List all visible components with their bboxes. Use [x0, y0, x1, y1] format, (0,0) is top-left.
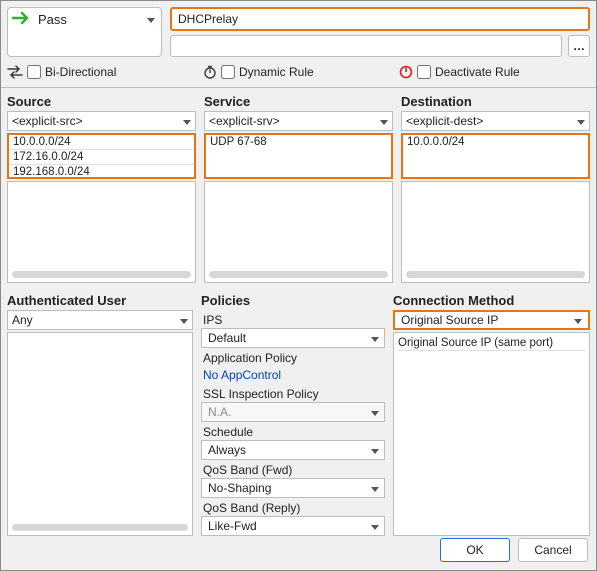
cancel-button[interactable]: Cancel: [518, 538, 588, 562]
auth-user-list[interactable]: [7, 332, 193, 536]
app-policy-label: Application Policy: [201, 348, 385, 366]
qos-fwd-dropdown[interactable]: No-Shaping: [201, 478, 385, 498]
list-item[interactable]: 10.0.0.0/24: [9, 135, 194, 150]
auth-user-value: Any: [12, 313, 33, 327]
destination-extra-panel: [401, 181, 590, 283]
pass-arrow-icon: [12, 10, 32, 26]
bidirectional-icon: [7, 65, 23, 79]
chevron-down-icon: [183, 114, 191, 128]
cancel-button-label: Cancel: [534, 543, 571, 557]
dynamic-rule-checkbox[interactable]: [221, 65, 235, 79]
destination-heading: Destination: [401, 92, 590, 111]
connection-method-dropdown[interactable]: Original Source IP: [393, 310, 590, 330]
ips-value: Default: [208, 331, 246, 345]
list-item[interactable]: 192.168.0.0/24: [9, 165, 194, 179]
list-item[interactable]: Original Source IP (same port): [398, 335, 585, 351]
service-extra-panel: [204, 181, 393, 283]
service-heading: Service: [204, 92, 393, 111]
destination-type-value: <explicit-dest>: [406, 114, 483, 128]
source-type-value: <explicit-src>: [12, 114, 83, 128]
chevron-down-icon: [180, 313, 188, 327]
bi-directional-checkbox[interactable]: [27, 65, 41, 79]
description-input[interactable]: [170, 35, 562, 57]
chevron-down-icon: [147, 12, 155, 26]
service-type-value: <explicit-srv>: [209, 114, 280, 128]
action-dropdown[interactable]: Pass: [7, 7, 162, 57]
chevron-down-icon: [371, 519, 379, 533]
rule-name-text: DHCPrelay: [178, 12, 238, 26]
stopwatch-icon: [203, 65, 217, 79]
service-list[interactable]: UDP 67-68: [204, 133, 393, 179]
chevron-down-icon: [574, 313, 582, 327]
bi-directional-label: Bi-Directional: [45, 65, 116, 79]
chevron-down-icon: [371, 481, 379, 495]
chevron-down-icon: [371, 405, 379, 419]
schedule-dropdown[interactable]: Always: [201, 440, 385, 460]
source-heading: Source: [7, 92, 196, 111]
connection-method-list[interactable]: Original Source IP (same port): [393, 332, 590, 536]
qos-reply-value: Like-Fwd: [208, 519, 257, 533]
rule-name-input[interactable]: DHCPrelay: [170, 7, 590, 31]
schedule-label: Schedule: [201, 422, 385, 440]
app-policy-link[interactable]: No AppControl: [201, 366, 385, 384]
chevron-down-icon: [371, 443, 379, 457]
ssl-policy-label: SSL Inspection Policy: [201, 384, 385, 402]
chevron-down-icon: [577, 114, 585, 128]
deactivate-rule-label: Deactivate Rule: [435, 65, 520, 79]
source-type-dropdown[interactable]: <explicit-src>: [7, 111, 196, 131]
deactivate-rule-checkbox[interactable]: [417, 65, 431, 79]
power-icon: [399, 65, 413, 79]
ssl-policy-value: N.A.: [208, 405, 231, 419]
destination-type-dropdown[interactable]: <explicit-dest>: [401, 111, 590, 131]
source-extra-panel: [7, 181, 196, 283]
ssl-policy-dropdown: N.A.: [201, 402, 385, 422]
destination-list[interactable]: 10.0.0.0/24: [401, 133, 590, 179]
connection-method-heading: Connection Method: [393, 291, 590, 310]
list-item[interactable]: 10.0.0.0/24: [403, 135, 588, 150]
qos-fwd-label: QoS Band (Fwd): [201, 460, 385, 478]
chevron-down-icon: [380, 114, 388, 128]
connection-method-value: Original Source IP: [401, 313, 498, 327]
ok-button-label: OK: [466, 543, 483, 557]
auth-user-heading: Authenticated User: [7, 291, 193, 310]
app-policy-value: No AppControl: [203, 368, 281, 382]
action-label: Pass: [38, 10, 67, 27]
qos-reply-dropdown[interactable]: Like-Fwd: [201, 516, 385, 536]
auth-user-dropdown[interactable]: Any: [7, 310, 193, 330]
ips-dropdown[interactable]: Default: [201, 328, 385, 348]
chevron-down-icon: [371, 331, 379, 345]
ok-button[interactable]: OK: [440, 538, 510, 562]
list-item[interactable]: UDP 67-68: [206, 135, 391, 150]
qos-fwd-value: No-Shaping: [208, 481, 271, 495]
dynamic-rule-label: Dynamic Rule: [239, 65, 314, 79]
source-list[interactable]: 10.0.0.0/24 172.16.0.0/24 192.168.0.0/24: [7, 133, 196, 179]
service-type-dropdown[interactable]: <explicit-srv>: [204, 111, 393, 131]
schedule-value: Always: [208, 443, 246, 457]
policies-heading: Policies: [201, 291, 385, 310]
list-item[interactable]: 172.16.0.0/24: [9, 150, 194, 165]
ips-label: IPS: [201, 310, 385, 328]
qos-reply-label: QoS Band (Reply): [201, 498, 385, 516]
more-button[interactable]: …: [568, 35, 590, 57]
